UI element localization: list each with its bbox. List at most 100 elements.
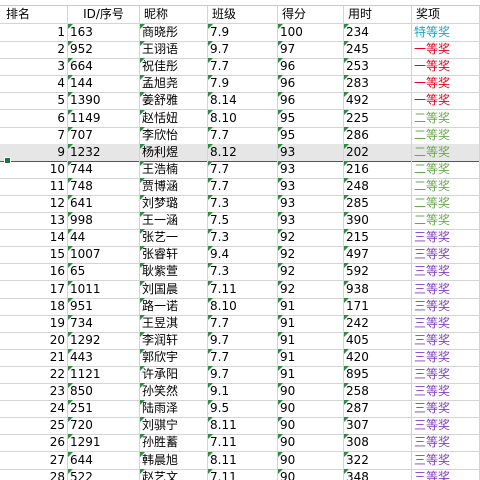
cell-id[interactable]: 734: [68, 314, 140, 332]
cell-nick[interactable]: 郭欣宇: [140, 348, 208, 366]
header-score[interactable]: 得分: [278, 6, 344, 23]
cell-award[interactable]: 三等奖: [412, 383, 480, 401]
cell-cls[interactable]: 8.11: [208, 417, 278, 435]
cell-award[interactable]: 三等奖: [412, 434, 480, 452]
cell-cls[interactable]: 7.9: [208, 75, 278, 93]
cell-rank[interactable]: 10: [0, 160, 68, 178]
cell-time[interactable]: 258: [344, 383, 412, 401]
header-award[interactable]: 奖项: [412, 6, 480, 23]
cell-id[interactable]: 748: [68, 177, 140, 195]
cell-score[interactable]: 90: [278, 434, 344, 452]
cell-time[interactable]: 287: [344, 400, 412, 418]
cell-id[interactable]: 998: [68, 212, 140, 230]
table-row[interactable]: 4 144 孟旭尧 7.9 96 283 一等奖: [0, 75, 480, 94]
table-row[interactable]: 5 1390 姜舒雅 8.14 96 492 一等奖: [0, 92, 480, 111]
cell-award[interactable]: 三等奖: [412, 314, 480, 332]
cell-time[interactable]: 248: [344, 177, 412, 195]
cell-score[interactable]: 95: [278, 109, 344, 127]
cell-time[interactable]: 285: [344, 195, 412, 212]
cell-cls[interactable]: 9.7: [208, 366, 278, 383]
cell-time[interactable]: 497: [344, 246, 412, 264]
cell-time[interactable]: 938: [344, 280, 412, 298]
table-row[interactable]: 14 44 张艺一 7.3 92 215 三等奖: [0, 229, 480, 248]
cell-award[interactable]: 二等奖: [412, 160, 480, 178]
cell-cls[interactable]: 7.9: [208, 24, 278, 41]
cell-cls[interactable]: 7.3: [208, 229, 278, 247]
cell-id[interactable]: 641: [68, 195, 140, 212]
cell-cls[interactable]: 9.1: [208, 383, 278, 401]
table-row[interactable]: 22 1121 许承阳 9.7 91 895 三等奖: [0, 366, 480, 384]
cell-award[interactable]: 三等奖: [412, 468, 480, 480]
cell-award[interactable]: 三等奖: [412, 451, 480, 469]
cell-score[interactable]: 96: [278, 75, 344, 93]
cell-id[interactable]: 1149: [68, 109, 140, 127]
cell-rank[interactable]: 21: [0, 348, 68, 366]
cell-nick[interactable]: 李欣怡: [140, 126, 208, 144]
cell-cls[interactable]: 7.3: [208, 263, 278, 281]
cell-nick[interactable]: 张艺一: [140, 229, 208, 247]
cell-id[interactable]: 644: [68, 451, 140, 469]
cell-score[interactable]: 97: [278, 41, 344, 59]
cell-award[interactable]: 三等奖: [412, 400, 480, 418]
cell-time[interactable]: 215: [344, 229, 412, 247]
cell-rank[interactable]: 1: [0, 24, 68, 41]
cell-time[interactable]: 322: [344, 451, 412, 469]
table-row[interactable]: 23 850 孙笑然 9.1 90 258 三等奖: [0, 383, 480, 402]
cell-nick[interactable]: 刘骐宁: [140, 417, 208, 435]
spreadsheet-grid[interactable]: 排名 ID/序号 昵称 班级 得分 用时 奖项 1 163 商晓彤 7.9 100 234…: [0, 0, 480, 480]
cell-score[interactable]: 91: [278, 366, 344, 383]
cell-nick[interactable]: 贾博涵: [140, 177, 208, 195]
table-row[interactable]: 25 720 刘骐宁 8.11 90 307 三等奖: [0, 417, 480, 436]
cell-cls[interactable]: 8.12: [208, 143, 278, 161]
cell-nick[interactable]: 李润轩: [140, 331, 208, 349]
cell-rank[interactable]: 17: [0, 280, 68, 298]
cell-award[interactable]: 三等奖: [412, 417, 480, 435]
cell-rank[interactable]: 4: [0, 75, 68, 93]
cell-cls[interactable]: 7.7: [208, 58, 278, 76]
cell-time[interactable]: 307: [344, 417, 412, 435]
cell-time[interactable]: 420: [344, 348, 412, 366]
table-row[interactable]: 27 644 韩晨旭 8.11 90 322 三等奖: [0, 451, 480, 470]
cell-score[interactable]: 95: [278, 126, 344, 144]
cell-time[interactable]: 283: [344, 75, 412, 93]
table-row[interactable]: 24 251 陆雨泽 9.5 90 287 三等奖: [0, 400, 480, 419]
cell-time[interactable]: 242: [344, 314, 412, 332]
cell-cls[interactable]: 9.7: [208, 41, 278, 59]
cell-rank[interactable]: 12: [0, 195, 68, 212]
cell-score[interactable]: 91: [278, 331, 344, 349]
table-row[interactable]: 2 952 王诩语 9.7 97 245 一等奖: [0, 41, 480, 60]
cell-nick[interactable]: 陆雨泽: [140, 400, 208, 418]
cell-rank[interactable]: 24: [0, 400, 68, 418]
cell-id[interactable]: 522: [68, 468, 140, 480]
cell-nick[interactable]: 孙胜蓄: [140, 434, 208, 452]
cell-nick[interactable]: 祝佳彤: [140, 58, 208, 76]
table-row[interactable]: 11 748 贾博涵 7.7 93 248 二等奖: [0, 177, 480, 196]
cell-score[interactable]: 93: [278, 160, 344, 178]
cell-nick[interactable]: 姜舒雅: [140, 92, 208, 110]
cell-nick[interactable]: 王诩语: [140, 41, 208, 59]
cell-time[interactable]: 308: [344, 434, 412, 452]
cell-award[interactable]: 三等奖: [412, 366, 480, 383]
cell-award[interactable]: 一等奖: [412, 58, 480, 76]
header-nickname[interactable]: 昵称: [140, 6, 208, 23]
cell-id[interactable]: 1011: [68, 280, 140, 298]
header-time[interactable]: 用时: [344, 6, 412, 23]
table-row[interactable]: 18 951 路一诺 8.10 91 171 三等奖: [0, 297, 480, 316]
cell-award[interactable]: 二等奖: [412, 126, 480, 144]
cell-cls[interactable]: 7.7: [208, 314, 278, 332]
cell-award[interactable]: 三等奖: [412, 263, 480, 281]
header-class[interactable]: 班级: [208, 6, 278, 23]
table-row[interactable]: 13 998 王一涵 7.5 93 390 二等奖: [0, 212, 480, 231]
table-row[interactable]: 10 744 王浩楠 7.7 93 216 二等奖: [0, 160, 480, 179]
table-row[interactable]: 3 664 祝佳彤 7.7 96 253 一等奖: [0, 58, 480, 77]
cell-id[interactable]: 850: [68, 383, 140, 401]
table-row[interactable]: 20 1292 李润轩 9.7 91 405 三等奖: [0, 331, 480, 350]
cell-id[interactable]: 44: [68, 229, 140, 247]
cell-nick[interactable]: 刘国晨: [140, 280, 208, 298]
cell-cls[interactable]: 8.10: [208, 297, 278, 315]
cell-score[interactable]: 90: [278, 400, 344, 418]
cell-nick[interactable]: 商晓彤: [140, 24, 208, 41]
table-row[interactable]: 19 734 王昱淇 7.7 91 242 三等奖: [0, 314, 480, 333]
cell-id[interactable]: 952: [68, 41, 140, 59]
cell-cls[interactable]: 9.5: [208, 400, 278, 418]
